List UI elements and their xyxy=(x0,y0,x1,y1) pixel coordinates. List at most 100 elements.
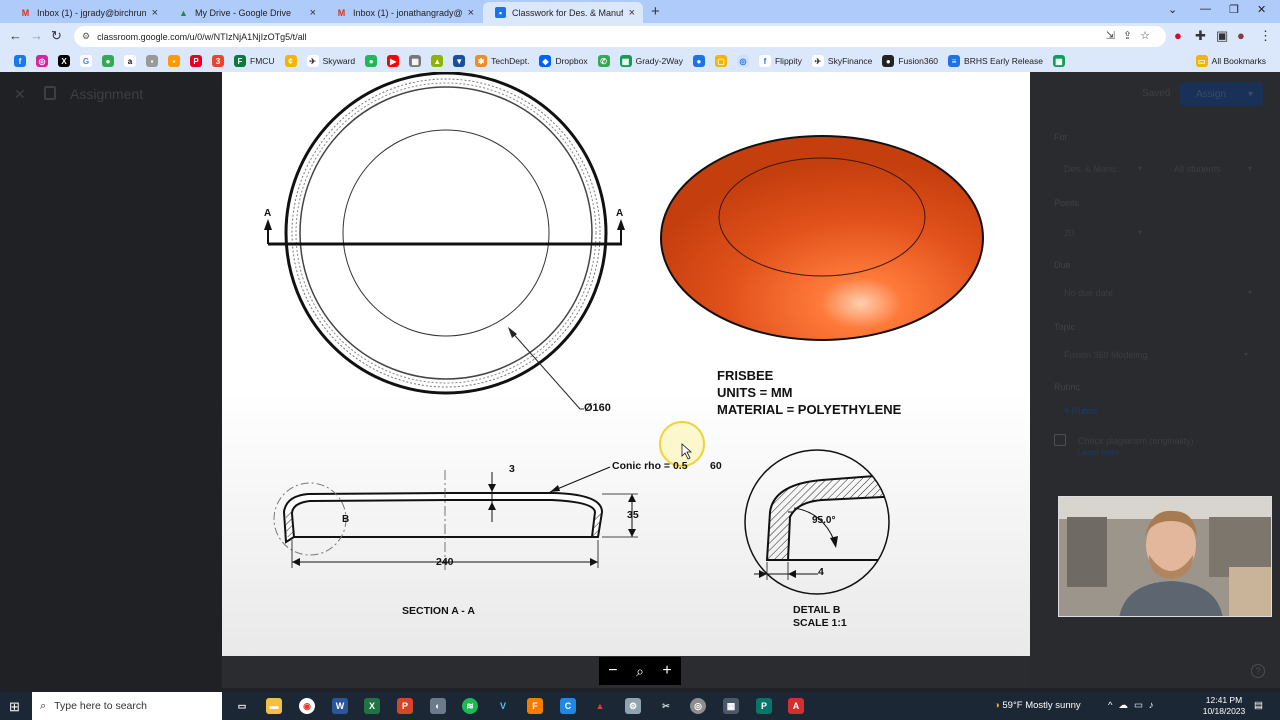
spotify-taskbar-icon[interactable]: ≋ xyxy=(462,698,478,714)
bookmark-dropbox[interactable]: ◆ Dropbox xyxy=(533,55,588,67)
back-icon[interactable]: ← xyxy=(9,28,22,43)
tab-gmail-personal[interactable]: M Inbox (1) - jonathangrady@gmai × xyxy=(324,2,482,23)
close-tab-icon[interactable]: × xyxy=(310,7,316,19)
profile-avatar-icon[interactable]: ● xyxy=(1237,28,1245,43)
forward-icon[interactable]: → xyxy=(30,28,43,43)
google-icon[interactable]: G xyxy=(80,55,92,67)
address-bar[interactable]: ⚙ classroom.google.com/u/0/w/NTIzNjA1NjI… xyxy=(74,26,1166,47)
pinterest-extension-icon[interactable]: ● xyxy=(1174,28,1182,43)
due-select[interactable]: No due date xyxy=(1064,288,1113,298)
youtube-icon[interactable]: ▶ xyxy=(387,55,400,67)
zoom-in-button[interactable]: + xyxy=(662,662,671,680)
instagram-icon[interactable]: ◎ xyxy=(36,55,48,67)
class-select[interactable]: Des. & Manu... xyxy=(1064,164,1124,174)
grey-app-icon[interactable]: ▪ xyxy=(146,55,158,67)
shield-icon[interactable]: ▼ xyxy=(453,55,466,67)
tab-search-icon[interactable]: ⌄ xyxy=(1168,3,1177,16)
notifications-icon[interactable]: ▤ xyxy=(1254,700,1263,711)
bookmark-label: Grady-2Way xyxy=(635,56,683,66)
keep-app-icon[interactable]: ▢ xyxy=(714,55,727,67)
site-info-icon[interactable]: ⚙ xyxy=(82,31,90,42)
publisher-icon[interactable]: P xyxy=(756,698,772,714)
side-panel-icon[interactable]: ▣ xyxy=(1216,28,1228,44)
fusion360-taskbar-icon[interactable]: F xyxy=(527,698,543,714)
target-app-icon[interactable]: ◎ xyxy=(736,55,749,67)
close-tab-icon[interactable]: × xyxy=(152,7,158,19)
all-bookmarks[interactable]: ▭ All Bookmarks xyxy=(1195,55,1266,67)
phone-app-icon[interactable]: ✆ xyxy=(597,55,610,67)
excel-icon[interactable]: X xyxy=(364,698,380,714)
app-v-icon[interactable]: V xyxy=(495,698,511,714)
grid-app-icon[interactable]: ▦ xyxy=(409,55,422,67)
learn-more-link[interactable]: Learn more xyxy=(1078,448,1119,457)
students-select[interactable]: All students xyxy=(1174,164,1221,174)
search-placeholder: Type here to search xyxy=(54,700,147,712)
points-select[interactable]: 20 xyxy=(1064,228,1074,238)
bookmark-skyfinance[interactable]: ✈ SkyFinance xyxy=(806,55,872,67)
zoom-search-icon[interactable]: ⌕ xyxy=(636,663,644,680)
taskbar-clock[interactable]: 12:41 PM 10/18/2023 xyxy=(1200,695,1248,717)
tab-gmail-work[interactable]: M Inbox (1) - jgrady@birchrunsche × xyxy=(8,2,166,23)
green-app-icon[interactable]: ● xyxy=(102,55,114,67)
windows-start-icon[interactable]: ⊞ xyxy=(9,699,20,715)
bookmark-star-icon[interactable]: ☆ xyxy=(1140,30,1158,42)
yellow-app-icon[interactable]: ¢ xyxy=(284,55,297,67)
red-app-icon[interactable]: 3 xyxy=(212,55,224,67)
weather-widget[interactable]: ◑ 59°F Mostly sunny xyxy=(994,700,1081,711)
zoom-out-button[interactable]: − xyxy=(608,662,617,680)
powerpoint-icon[interactable]: P xyxy=(397,698,413,714)
reload-icon[interactable]: ↻ xyxy=(51,28,62,44)
taskbar-search-input[interactable]: ⌕ Type here to search xyxy=(32,692,222,720)
close-tab-icon[interactable]: × xyxy=(629,7,635,19)
file-explorer-icon[interactable]: ▬ xyxy=(266,698,282,714)
tab-classwork[interactable]: ▪ Classwork for Des. & Manufactu × xyxy=(483,2,643,23)
bookmark-fmcu[interactable]: F FMCU xyxy=(228,55,275,67)
close-icon[interactable]: ✕ xyxy=(14,86,26,103)
app-c-icon[interactable]: C xyxy=(560,698,576,714)
chrome-icon[interactable]: ◉ xyxy=(299,698,315,714)
amazon-icon[interactable]: a xyxy=(124,55,136,67)
plagiarism-checkbox[interactable] xyxy=(1054,434,1066,446)
app-snip-icon[interactable]: ✂ xyxy=(658,698,674,714)
facebook-icon[interactable]: f xyxy=(14,55,26,67)
tab-title: Classwork for Des. & Manufactu xyxy=(512,7,623,18)
calculator-icon[interactable]: ▦ xyxy=(723,698,739,714)
task-view-icon[interactable]: ▭ xyxy=(234,698,250,714)
bookmark-grady-2way[interactable]: ▦ Grady-2Way xyxy=(614,55,683,67)
share-icon[interactable]: ⇪ xyxy=(1123,30,1140,42)
lime-app-icon[interactable]: ▲ xyxy=(431,55,444,67)
app-tool-icon[interactable]: ⚙ xyxy=(625,698,641,714)
bookmark-flippity[interactable]: f Flippity xyxy=(753,55,802,67)
add-rubric-button[interactable]: + Rubric xyxy=(1064,406,1098,416)
close-tab-icon[interactable]: × xyxy=(468,7,474,19)
app-record-icon[interactable]: ◎ xyxy=(690,698,706,714)
system-tray-icons[interactable]: ^☁▭♪ xyxy=(1108,700,1160,711)
bookmark-brhs-early-release[interactable]: ≡ BRHS Early Release xyxy=(942,55,1043,67)
menu-kebab-icon[interactable]: ⋮ xyxy=(1259,28,1272,44)
assign-button[interactable]: Assign ▾ xyxy=(1180,82,1263,106)
close-window-icon[interactable]: ✕ xyxy=(1257,3,1266,16)
bookmark-fusion360[interactable]: ● Fusion360 xyxy=(876,55,938,67)
orange-app-icon[interactable]: ▪ xyxy=(168,55,180,67)
tab-google-drive[interactable]: ▲ My Drive - Google Drive × xyxy=(166,2,324,23)
bookmark-techdept[interactable]: ✱ TechDept. xyxy=(469,55,529,67)
x-icon[interactable]: X xyxy=(58,55,70,67)
topic-select[interactable]: Fusion 360 Modeling xyxy=(1064,350,1148,360)
extensions-icon[interactable]: ✚ xyxy=(1195,28,1206,44)
word-icon[interactable]: W xyxy=(332,698,348,714)
pinterest-icon[interactable]: P xyxy=(190,55,202,67)
sheets-app-icon[interactable]: ▦ xyxy=(1052,55,1065,67)
help-icon[interactable]: ? xyxy=(1251,664,1265,678)
install-icon[interactable]: ⇲ xyxy=(1106,30,1123,42)
new-tab-icon[interactable]: + xyxy=(651,3,660,20)
app-icon[interactable]: ◐ xyxy=(430,698,446,714)
restore-icon[interactable]: ❐ xyxy=(1229,3,1239,16)
app-red-icon[interactable]: ▲ xyxy=(592,698,608,714)
acrobat-icon[interactable]: A xyxy=(788,698,804,714)
chevron-down-icon[interactable]: ▾ xyxy=(1248,89,1253,100)
blue-app-icon[interactable]: ● xyxy=(692,55,705,67)
bookmark-label: SkyFinance xyxy=(827,56,873,66)
spotify-icon[interactable]: ● xyxy=(365,55,378,67)
bookmark-skyward[interactable]: ✈ Skyward xyxy=(301,55,355,67)
minimize-icon[interactable]: — xyxy=(1200,3,1211,15)
